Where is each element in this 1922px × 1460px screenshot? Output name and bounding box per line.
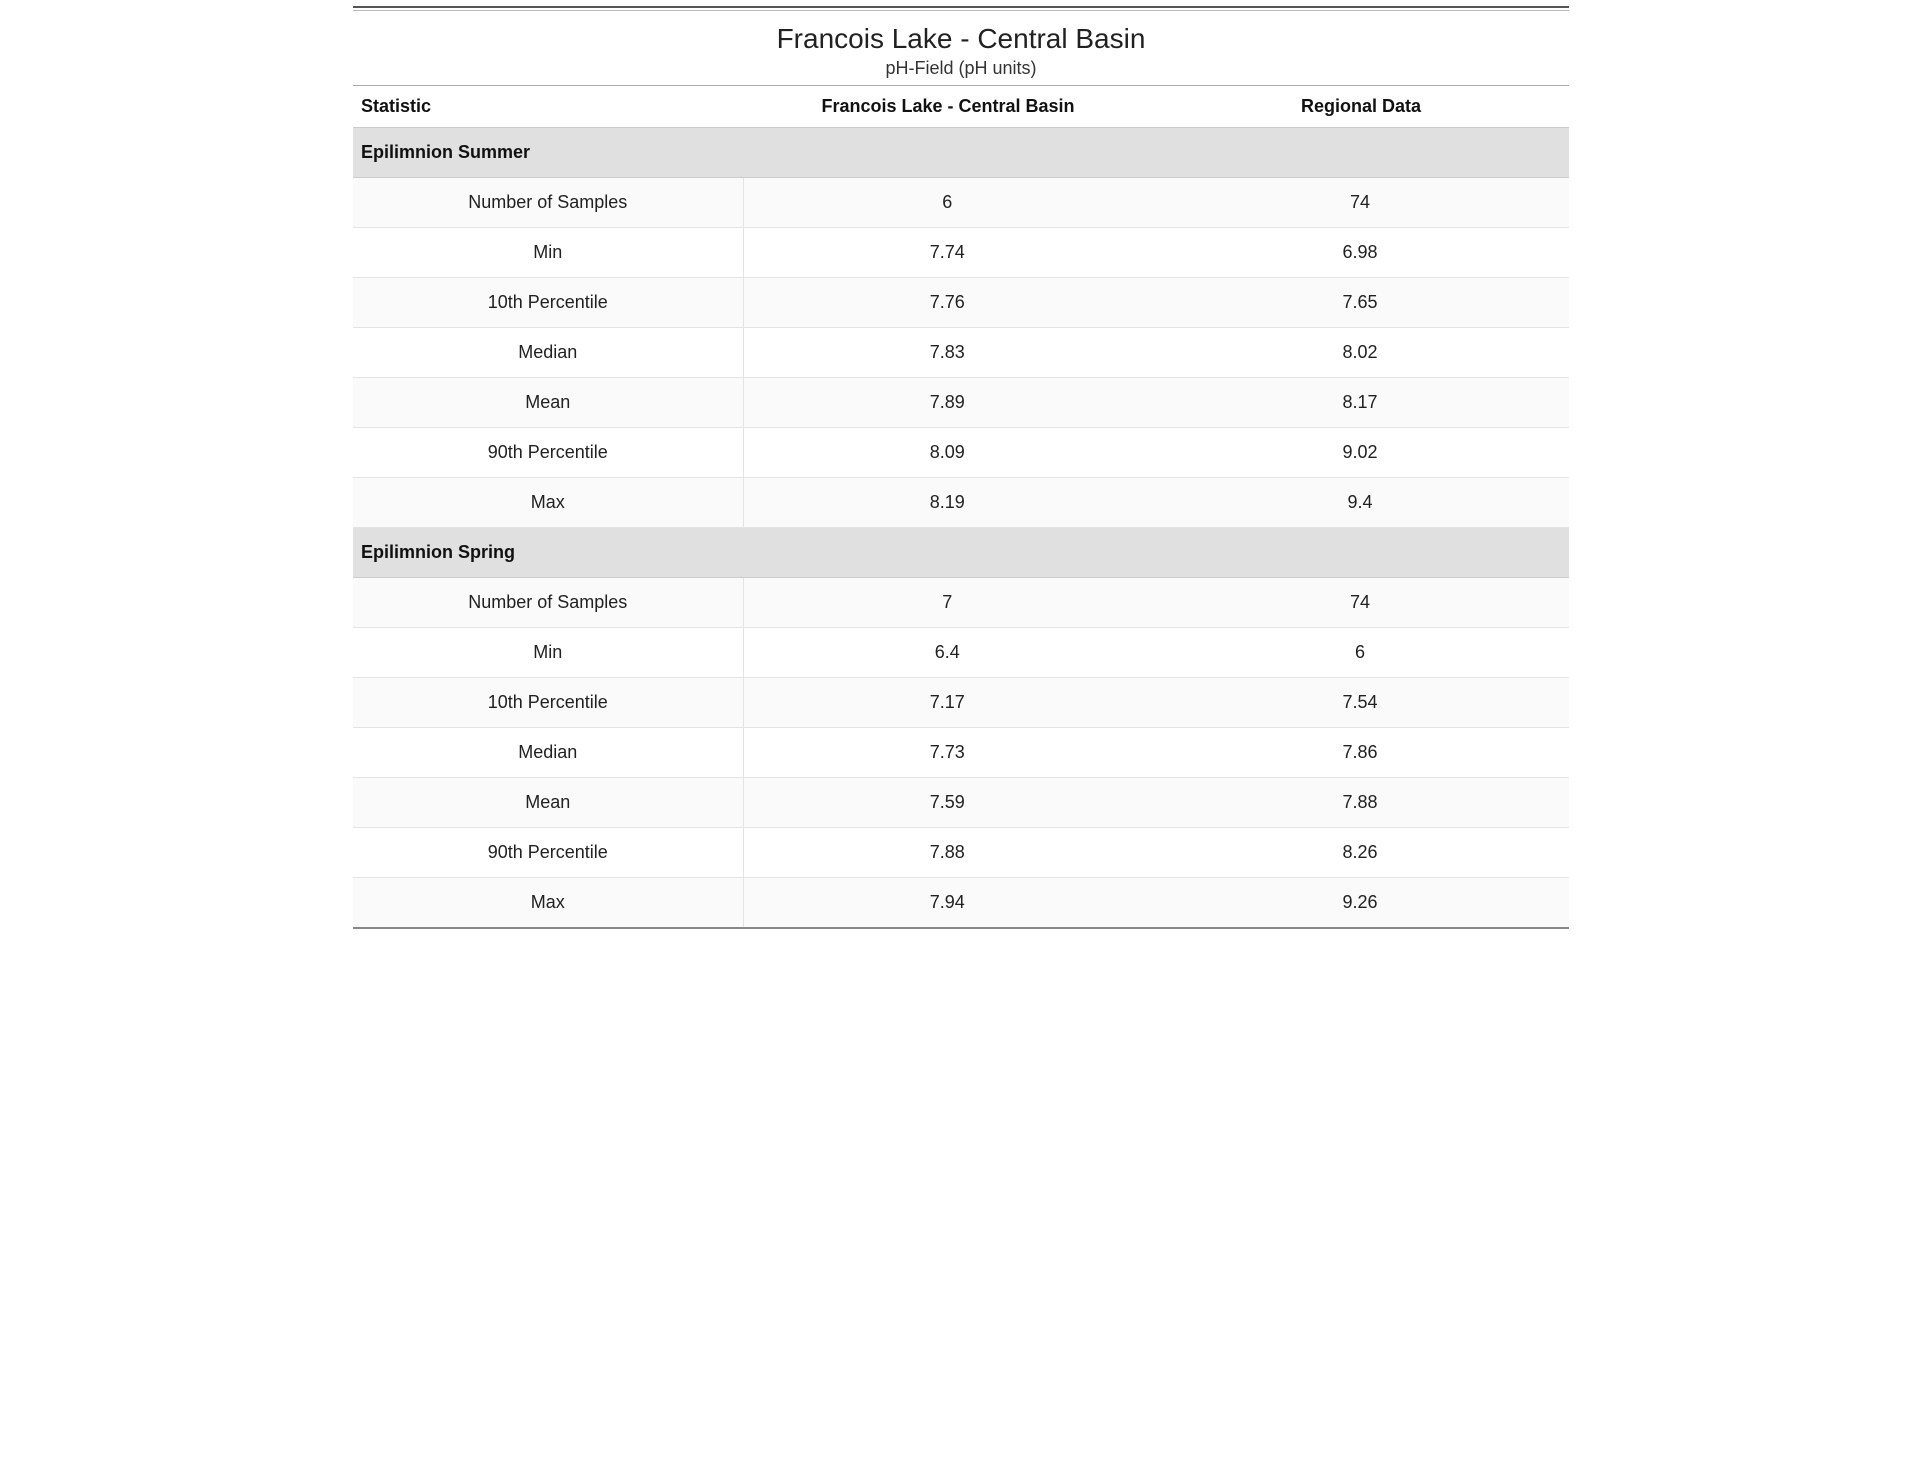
stat-label: Mean	[353, 778, 743, 828]
site-value: 7.94	[743, 878, 1151, 929]
section-header: Epilimnion Spring	[353, 528, 1569, 578]
table-row: Max7.949.26	[353, 878, 1569, 929]
col-statistic: Statistic	[353, 86, 743, 128]
site-value: 7	[743, 578, 1151, 628]
site-value: 7.74	[743, 228, 1151, 278]
regional-value: 7.88	[1151, 778, 1569, 828]
section-title: Epilimnion Summer	[353, 128, 1569, 178]
page-subtitle: pH-Field (pH units)	[353, 58, 1569, 79]
site-value: 7.73	[743, 728, 1151, 778]
site-value: 7.59	[743, 778, 1151, 828]
regional-value: 8.26	[1151, 828, 1569, 878]
regional-value: 7.54	[1151, 678, 1569, 728]
site-value: 6.4	[743, 628, 1151, 678]
table-row: 90th Percentile7.888.26	[353, 828, 1569, 878]
regional-value: 6.98	[1151, 228, 1569, 278]
regional-value: 74	[1151, 178, 1569, 228]
regional-value: 74	[1151, 578, 1569, 628]
table-row: Min6.46	[353, 628, 1569, 678]
stats-table: Statistic Francois Lake - Central Basin …	[353, 85, 1569, 929]
regional-value: 9.02	[1151, 428, 1569, 478]
regional-value: 7.65	[1151, 278, 1569, 328]
stat-label: Max	[353, 478, 743, 528]
table-row: Mean7.898.17	[353, 378, 1569, 428]
table-row: 10th Percentile7.177.54	[353, 678, 1569, 728]
regional-value: 9.4	[1151, 478, 1569, 528]
table-row: Max8.199.4	[353, 478, 1569, 528]
stat-label: 90th Percentile	[353, 828, 743, 878]
stat-label: 10th Percentile	[353, 678, 743, 728]
stat-label: Min	[353, 228, 743, 278]
site-value: 7.88	[743, 828, 1151, 878]
col-regional: Regional Data	[1151, 86, 1569, 128]
table-row: Median7.737.86	[353, 728, 1569, 778]
report-page: Francois Lake - Central Basin pH-Field (…	[353, 6, 1569, 929]
stat-label: Max	[353, 878, 743, 929]
site-value: 6	[743, 178, 1151, 228]
table-row: Min7.746.98	[353, 228, 1569, 278]
stat-label: Number of Samples	[353, 178, 743, 228]
section-title: Epilimnion Spring	[353, 528, 1569, 578]
col-site: Francois Lake - Central Basin	[743, 86, 1151, 128]
regional-value: 7.86	[1151, 728, 1569, 778]
table-row: 90th Percentile8.099.02	[353, 428, 1569, 478]
stat-label: Min	[353, 628, 743, 678]
site-value: 8.09	[743, 428, 1151, 478]
site-value: 7.89	[743, 378, 1151, 428]
stat-label: 10th Percentile	[353, 278, 743, 328]
stat-label: Number of Samples	[353, 578, 743, 628]
stat-label: Mean	[353, 378, 743, 428]
regional-value: 8.02	[1151, 328, 1569, 378]
regional-value: 6	[1151, 628, 1569, 678]
table-header-row: Statistic Francois Lake - Central Basin …	[353, 86, 1569, 128]
site-value: 7.83	[743, 328, 1151, 378]
table-row: Number of Samples674	[353, 178, 1569, 228]
section-header: Epilimnion Summer	[353, 128, 1569, 178]
site-value: 8.19	[743, 478, 1151, 528]
stat-label: Median	[353, 328, 743, 378]
page-title: Francois Lake - Central Basin	[353, 21, 1569, 56]
title-block: Francois Lake - Central Basin pH-Field (…	[353, 11, 1569, 85]
stat-label: 90th Percentile	[353, 428, 743, 478]
table-row: Median7.838.02	[353, 328, 1569, 378]
site-value: 7.76	[743, 278, 1151, 328]
stat-label: Median	[353, 728, 743, 778]
regional-value: 8.17	[1151, 378, 1569, 428]
regional-value: 9.26	[1151, 878, 1569, 929]
site-value: 7.17	[743, 678, 1151, 728]
table-row: Number of Samples774	[353, 578, 1569, 628]
table-row: Mean7.597.88	[353, 778, 1569, 828]
table-row: 10th Percentile7.767.65	[353, 278, 1569, 328]
